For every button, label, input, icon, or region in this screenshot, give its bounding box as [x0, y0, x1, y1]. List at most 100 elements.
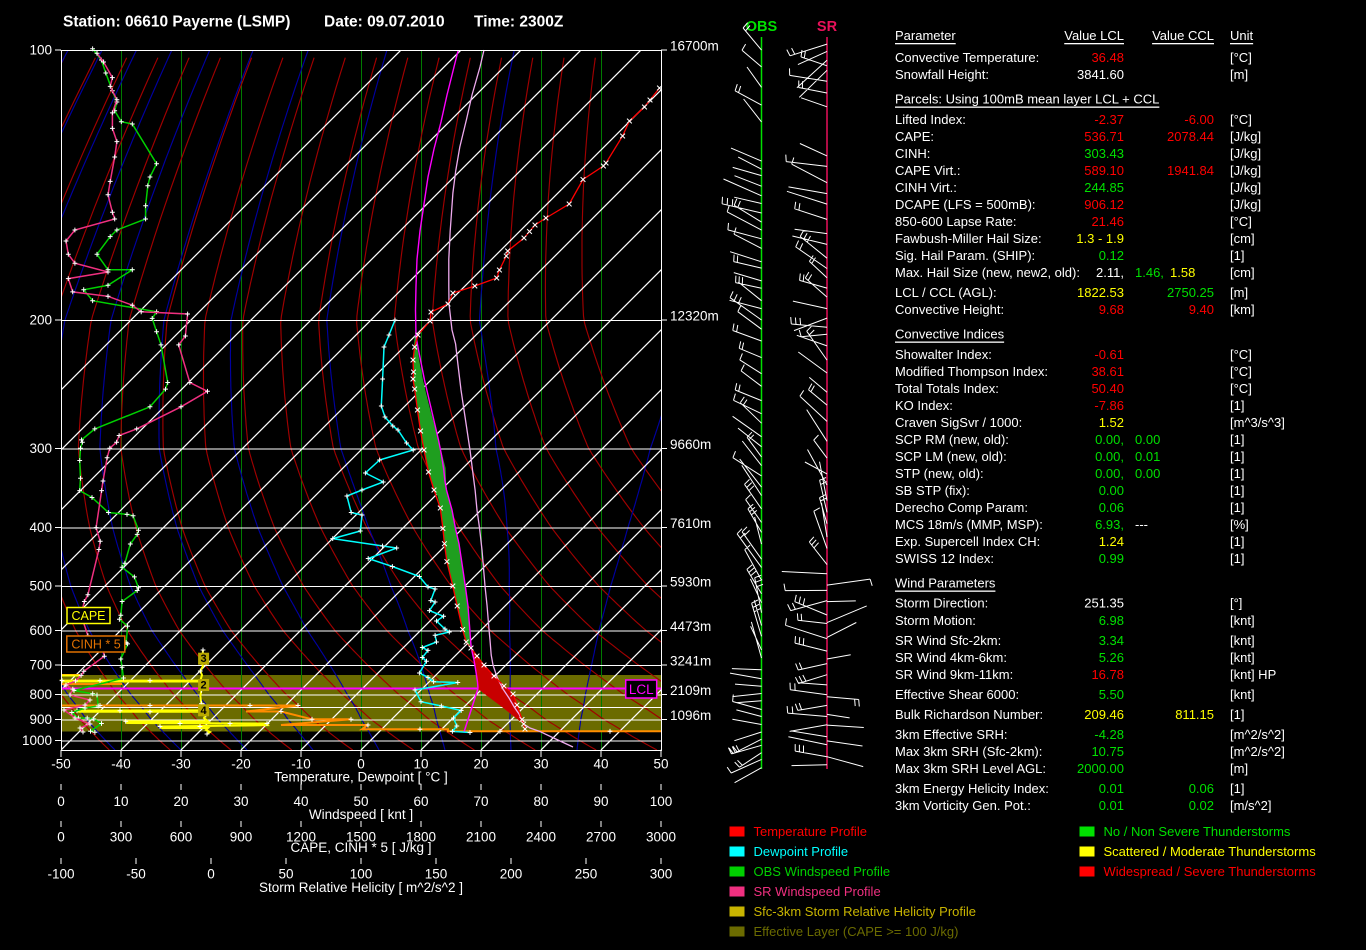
- svg-text:500: 500: [29, 579, 52, 594]
- svg-text:20: 20: [173, 794, 188, 809]
- svg-text:-7.86: -7.86: [1094, 398, 1124, 413]
- svg-text:3241m: 3241m: [670, 654, 711, 669]
- svg-text:Fawbush-Miller Hail Size:: Fawbush-Miller Hail Size:: [895, 231, 1042, 246]
- svg-text:3000: 3000: [646, 830, 676, 845]
- svg-text:5930m: 5930m: [670, 575, 711, 590]
- svg-text:9660m: 9660m: [670, 437, 711, 452]
- svg-text:906.12: 906.12: [1084, 197, 1124, 212]
- svg-text:850-600 Lapse Rate:: 850-600 Lapse Rate:: [895, 214, 1016, 229]
- svg-text:SR Windspeed Profile: SR Windspeed Profile: [754, 884, 881, 899]
- svg-text:70: 70: [473, 794, 488, 809]
- svg-text:21.46: 21.46: [1091, 214, 1124, 229]
- svg-text:Storm Motion:: Storm Motion:: [895, 613, 976, 628]
- svg-text:[J/kg]: [J/kg]: [1230, 197, 1261, 212]
- svg-text:300: 300: [110, 830, 133, 845]
- svg-text:-4.28: -4.28: [1094, 727, 1124, 742]
- svg-text:[°C]: [°C]: [1230, 214, 1252, 229]
- svg-text:DCAPE (LFS = 500mB):: DCAPE (LFS = 500mB):: [895, 197, 1036, 212]
- svg-text:1.24: 1.24: [1099, 534, 1124, 549]
- svg-text:[°C]: [°C]: [1230, 50, 1252, 65]
- svg-text:9.40: 9.40: [1189, 302, 1214, 317]
- svg-text:2700: 2700: [586, 830, 616, 845]
- svg-text:[knt]: [knt]: [1230, 650, 1255, 665]
- svg-text:[1]: [1]: [1230, 707, 1244, 722]
- svg-text:16.78: 16.78: [1091, 667, 1124, 682]
- svg-text:Modified Thompson Index:: Modified Thompson Index:: [895, 364, 1048, 379]
- svg-text:0.12: 0.12: [1099, 248, 1124, 263]
- svg-text:[1]: [1]: [1230, 248, 1244, 263]
- svg-text:[°C]: [°C]: [1230, 381, 1252, 396]
- svg-text:STP (new, old):: STP (new, old):: [895, 466, 984, 481]
- svg-text:1.58: 1.58: [1170, 265, 1195, 280]
- svg-text:CAPE, CINH * 5 [ J/kg ]: CAPE, CINH * 5 [ J/kg ]: [290, 840, 431, 855]
- svg-text:400: 400: [29, 520, 52, 535]
- svg-text:1941.84: 1941.84: [1167, 163, 1214, 178]
- svg-text:[m]: [m]: [1230, 285, 1248, 300]
- svg-text:[%]: [%]: [1230, 517, 1249, 532]
- svg-text:[°C]: [°C]: [1230, 112, 1252, 127]
- svg-text:[1]: [1]: [1230, 483, 1244, 498]
- svg-text:Widespread / Severe Thundersto: Widespread / Severe Thunderstorms: [1104, 864, 1317, 879]
- svg-text:[1]: [1]: [1230, 466, 1244, 481]
- svg-text:30: 30: [533, 757, 548, 772]
- svg-text:Derecho Comp Param:: Derecho Comp Param:: [895, 500, 1028, 515]
- svg-text:900: 900: [29, 712, 52, 727]
- svg-text:1822.53: 1822.53: [1077, 285, 1124, 300]
- svg-text:[knt]: [knt]: [1230, 633, 1255, 648]
- svg-text:589.10: 589.10: [1084, 163, 1124, 178]
- svg-text:0: 0: [57, 830, 65, 845]
- svg-text:[1]: [1]: [1230, 449, 1244, 464]
- svg-text:12320m: 12320m: [670, 309, 719, 324]
- svg-text:SR Wind 9km-11km:: SR Wind 9km-11km:: [895, 667, 1013, 682]
- svg-text:[m/s^2]: [m/s^2]: [1230, 798, 1272, 813]
- svg-text:Convective Height:: Convective Height:: [895, 302, 1004, 317]
- svg-text:0.00,: 0.00,: [1095, 466, 1124, 481]
- svg-text:Storm Direction:: Storm Direction:: [895, 596, 988, 611]
- svg-text:Unit: Unit: [1230, 28, 1254, 43]
- svg-text:[J/kg]: [J/kg]: [1230, 180, 1261, 195]
- svg-text:SCP LM (new, old):: SCP LM (new, old):: [895, 449, 1007, 464]
- svg-text:[knt]: [knt]: [1230, 687, 1255, 702]
- svg-text:Max 3km SRH (Sfc-2km):: Max 3km SRH (Sfc-2km):: [895, 744, 1042, 759]
- svg-text:0.01: 0.01: [1135, 449, 1160, 464]
- svg-text:3km Vorticity Gen. Pot.:: 3km Vorticity Gen. Pot.:: [895, 798, 1031, 813]
- svg-text:SR Wind Sfc-2km:: SR Wind Sfc-2km:: [895, 633, 1001, 648]
- svg-text:50.40: 50.40: [1091, 381, 1124, 396]
- svg-text:811.15: 811.15: [1175, 707, 1214, 722]
- svg-text:3841.60: 3841.60: [1077, 67, 1124, 82]
- svg-text:6.93,: 6.93,: [1095, 517, 1124, 532]
- svg-text:-40: -40: [111, 757, 131, 772]
- svg-text:251.35: 251.35: [1084, 596, 1124, 611]
- svg-text:Exp. Supercell Index CH:: Exp. Supercell Index CH:: [895, 534, 1040, 549]
- svg-text:Parcels: Using 100mB mean laye: Parcels: Using 100mB mean layer LCL + CC…: [895, 92, 1159, 107]
- svg-text:7610m: 7610m: [670, 516, 711, 531]
- svg-text:[knt]: [knt]: [1230, 613, 1255, 628]
- svg-text:[1]: [1]: [1230, 500, 1244, 515]
- svg-text:[km]: [km]: [1230, 302, 1255, 317]
- svg-text:Sfc-3km Storm Relative Helicit: Sfc-3km Storm Relative Helicity Profile: [754, 904, 977, 919]
- svg-text:700: 700: [29, 658, 52, 673]
- svg-text:Scattered / Moderate Thunderst: Scattered / Moderate Thunderstorms: [1104, 844, 1317, 859]
- svg-text:900: 900: [230, 830, 253, 845]
- svg-text:Max 3km SRH Level AGL:: Max 3km SRH Level AGL:: [895, 761, 1046, 776]
- svg-text:CAPE: CAPE: [71, 609, 105, 623]
- svg-text:60: 60: [413, 794, 428, 809]
- svg-text:4473m: 4473m: [670, 619, 711, 634]
- svg-text:KO Index:: KO Index:: [895, 398, 953, 413]
- svg-text:0.00,: 0.00,: [1095, 432, 1124, 447]
- svg-text:Convective Temperature:: Convective Temperature:: [895, 50, 1039, 65]
- svg-text:Bulk Richardson Number:: Bulk Richardson Number:: [895, 707, 1043, 722]
- svg-text:Temperature, Dewpoint [ °C ]: Temperature, Dewpoint [ °C ]: [274, 770, 447, 785]
- svg-text:0: 0: [207, 867, 215, 882]
- svg-text:Wind Parameters: Wind Parameters: [895, 576, 996, 591]
- svg-text:1.46,: 1.46,: [1135, 265, 1164, 280]
- svg-text:2: 2: [201, 680, 207, 692]
- svg-text:Max. Hail Size (new, new2, old: Max. Hail Size (new, new2, old):: [895, 265, 1080, 280]
- svg-text:[m^2/s^2]: [m^2/s^2]: [1230, 744, 1285, 759]
- svg-text:Showalter Index:: Showalter Index:: [895, 347, 992, 362]
- svg-text:[°]: [°]: [1230, 596, 1242, 611]
- svg-text:[J/kg]: [J/kg]: [1230, 129, 1261, 144]
- svg-text:Dewpoint Profile: Dewpoint Profile: [754, 844, 849, 859]
- svg-text:Time: 2300Z: Time: 2300Z: [474, 14, 564, 31]
- svg-text:Snowfall Height:: Snowfall Height:: [895, 67, 989, 82]
